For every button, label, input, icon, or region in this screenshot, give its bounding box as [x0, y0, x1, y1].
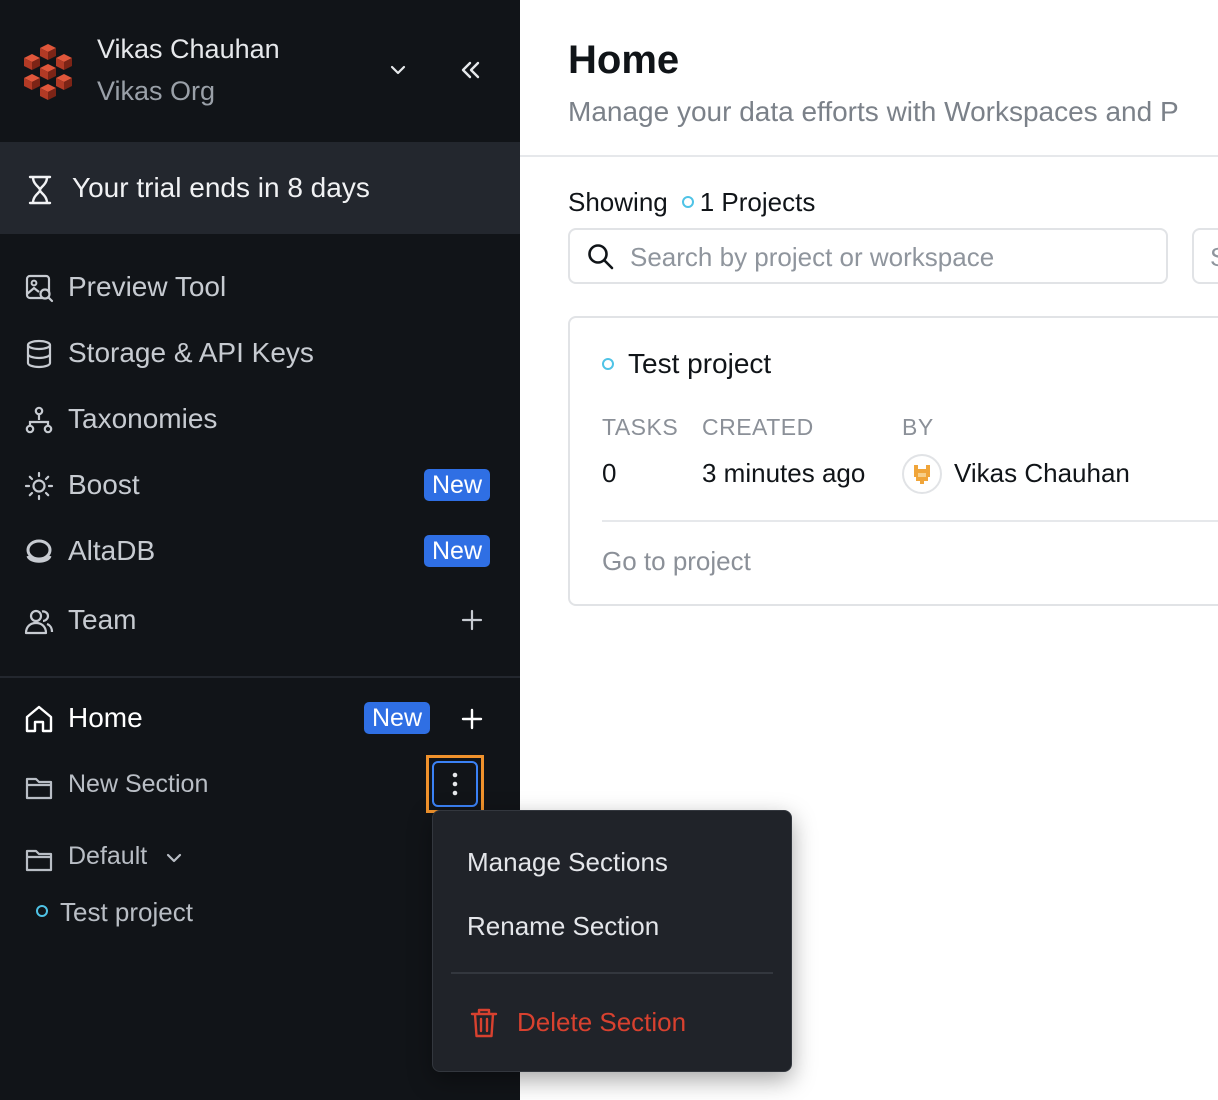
created-value: 3 minutes ago [702, 458, 866, 488]
image-search-icon [25, 274, 54, 303]
projects-count: 1 Projects [699, 187, 816, 217]
menu-item-rename-section[interactable]: Rename Section [467, 911, 659, 942]
home-icon [25, 705, 53, 733]
database-icon [26, 339, 52, 369]
users-icon [24, 609, 54, 635]
chevron-down-icon[interactable] [163, 847, 185, 869]
secondary-filter-field[interactable]: S [1192, 228, 1218, 284]
header-divider [520, 155, 1218, 157]
section-label-default: Default [68, 842, 148, 870]
new-badge: New [424, 469, 491, 501]
sidebar-divider [0, 676, 520, 678]
project-label: Test project [60, 897, 193, 927]
add-section-icon[interactable] [460, 707, 484, 731]
avatar [902, 454, 942, 494]
trash-icon [470, 1008, 498, 1038]
tasks-header: TASKS [602, 414, 679, 440]
nav-home[interactable]: Home New [0, 690, 520, 748]
search-input[interactable] [630, 240, 1150, 274]
showing-label: Showing [568, 187, 668, 217]
add-team-icon[interactable] [460, 608, 484, 632]
page-subtitle: Manage your data efforts with Workspaces… [568, 96, 1179, 127]
sun-icon [24, 471, 54, 501]
hourglass-icon [28, 175, 52, 205]
menu-item-manage-sections[interactable]: Manage Sections [467, 847, 668, 878]
search-icon [588, 244, 614, 270]
by-header: BY [902, 414, 934, 440]
go-to-project-link[interactable]: Go to project [602, 546, 751, 577]
menu-item-delete-section[interactable]: Delete Section [517, 1007, 686, 1038]
search-box[interactable] [568, 228, 1168, 284]
new-badge: New [364, 702, 431, 734]
nav-label-boost: Boost [68, 469, 140, 500]
nav-storage-api-keys[interactable]: Storage & API Keys [0, 325, 520, 381]
folder-icon [25, 777, 53, 800]
project-status-dot [36, 905, 48, 917]
nav-label-altadb: AltaDB [68, 535, 156, 566]
nav-label-home: Home [68, 702, 143, 733]
nav-label-storage: Storage & API Keys [68, 337, 314, 368]
section-label-new-section: New Section [68, 770, 209, 798]
org-switcher[interactable]: Vikas Chauhan Vikas Org [0, 0, 520, 142]
nav-label-preview-tool: Preview Tool [68, 271, 227, 302]
altadb-icon [26, 539, 52, 563]
page-title: Home [568, 38, 680, 82]
nav-team[interactable]: Team [0, 592, 520, 648]
avatar-icon [914, 465, 930, 484]
project-status-dot [681, 196, 694, 208]
showing-count: Showing 1 Projects [568, 187, 815, 218]
collapse-sidebar-icon[interactable] [456, 56, 484, 84]
card-divider [602, 520, 1218, 522]
nav-altadb[interactable]: AltaDB New [0, 523, 520, 579]
user-name: Vikas Chauhan [97, 34, 280, 64]
menu-divider [451, 972, 773, 974]
section-options-button[interactable] [426, 755, 484, 813]
project-card[interactable]: Test project TASKS CREATED BY 0 3 minute… [568, 316, 1218, 606]
project-card-title[interactable]: Test project [628, 348, 771, 380]
created-header: CREATED [702, 414, 814, 440]
tasks-value: 0 [602, 458, 617, 488]
trial-text: Your trial ends in 8 days [72, 172, 370, 203]
by-value: Vikas Chauhan [954, 458, 1130, 488]
secondary-filter-text: S [1210, 242, 1218, 273]
hierarchy-icon [25, 406, 53, 434]
nav-taxonomies[interactable]: Taxonomies [0, 391, 520, 447]
nav-label-taxonomies: Taxonomies [68, 403, 218, 434]
trial-banner[interactable]: Your trial ends in 8 days [0, 142, 520, 234]
nav-preview-tool[interactable]: Preview Tool [0, 259, 520, 315]
section-context-menu: Manage Sections Rename Section Delete Se… [432, 810, 792, 1072]
project-status-dot [602, 358, 614, 370]
nav-label-team: Team [68, 604, 137, 635]
folder-icon [25, 849, 53, 872]
more-vertical-icon [452, 772, 458, 796]
org-name: Vikas Org [97, 76, 216, 106]
nav-boost[interactable]: Boost New [0, 457, 520, 513]
chevron-down-icon[interactable] [386, 58, 410, 82]
new-badge: New [424, 535, 491, 567]
logo-icon [24, 44, 72, 100]
